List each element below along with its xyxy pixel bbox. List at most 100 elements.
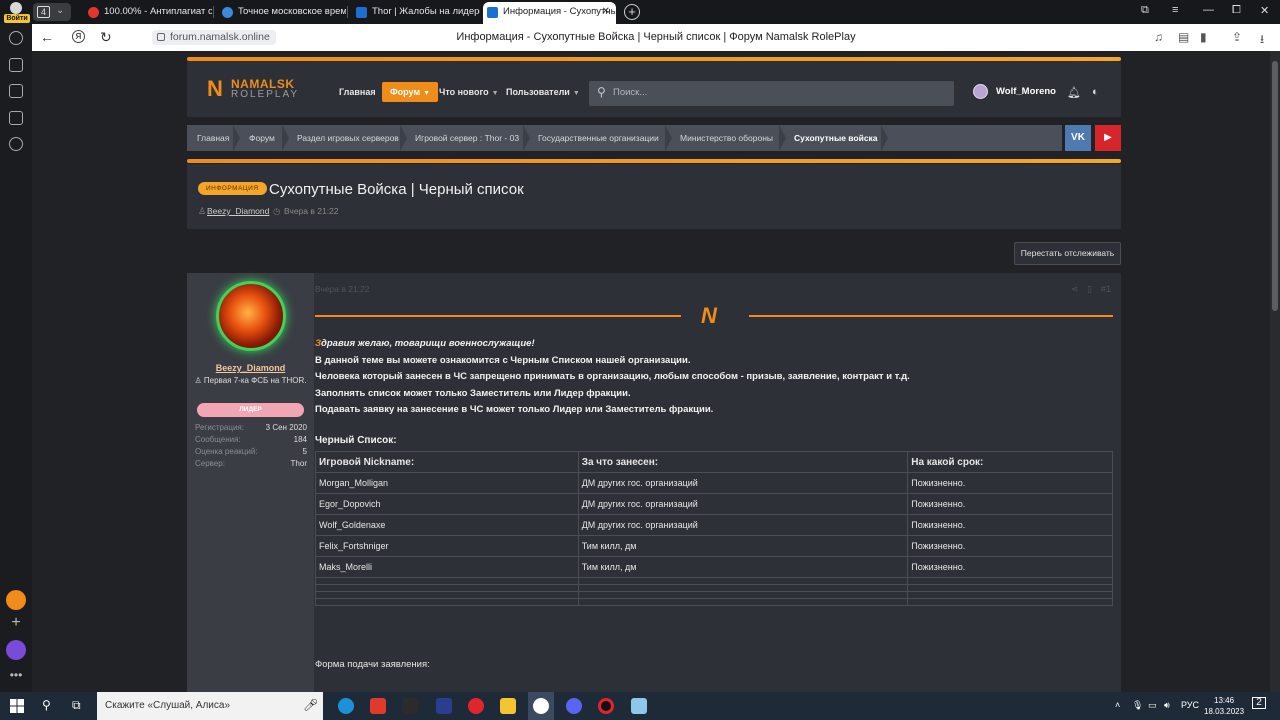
post: Beezy_Diamond ♙ Первая 7-ка ФСБ на THOR.…: [187, 273, 1121, 692]
bell-icon[interactable]: 🔔︎: [1067, 86, 1081, 99]
tab-title: Информация - Сухопутные: [503, 6, 616, 17]
breadcrumb-item[interactable]: Форум: [249, 133, 275, 143]
file-explorer-icon[interactable]: [500, 698, 516, 714]
post-body: Здравия желаю, товарищи военнослужащие! …: [315, 336, 1115, 419]
post-author-name[interactable]: Beezy_Diamond: [187, 363, 314, 373]
table-cell: [907, 598, 1113, 606]
tab-title: 100.00% - Антиплагиат он: [104, 6, 212, 17]
edge-icon[interactable]: [338, 698, 354, 714]
share-icon[interactable]: ⋖: [1071, 284, 1079, 295]
menu-icon[interactable]: ≡: [1172, 4, 1178, 16]
breadcrumb-separator: [665, 125, 672, 151]
theme-toggle-icon[interactable]: ◐: [1092, 86, 1099, 98]
vk-icon: VK: [1071, 132, 1085, 143]
notifications-button[interactable]: 2: [1252, 697, 1266, 709]
browser-tab-3[interactable]: Thor | Жалобы на лидеров: [352, 2, 480, 24]
breadcrumb-current[interactable]: Сухопутные войска: [794, 133, 878, 143]
share-icon[interactable]: ⇪: [1232, 30, 1242, 44]
browser-tab-2[interactable]: Точное московское время: [218, 2, 346, 24]
game-icon[interactable]: [402, 698, 418, 714]
avatar[interactable]: [216, 281, 286, 351]
post-author-title: ♙ Первая 7-ка ФСБ на THOR.: [192, 375, 309, 386]
table-cell: Wolf_Goldenaxe: [315, 514, 579, 536]
search-icon[interactable]: ⚲: [42, 698, 58, 714]
record-icon[interactable]: [598, 698, 614, 714]
chevron-up-icon[interactable]: ˄: [1115, 700, 1120, 710]
table-cell: Пожизненно.: [907, 493, 1113, 515]
thread-author-link[interactable]: Beezy_Diamond: [207, 206, 269, 216]
app-icon[interactable]: [436, 698, 452, 714]
table-cell: [907, 591, 1113, 599]
body-line: Подавать заявку на занесение в ЧС может …: [315, 404, 714, 415]
new-tab-button[interactable]: +: [624, 4, 640, 20]
taskbar-search-input[interactable]: Скажите «Слушай, Алиса» 🎤︎: [97, 692, 323, 720]
notepad-icon[interactable]: [631, 698, 647, 714]
bookmark-icon[interactable]: ▮: [1200, 30, 1207, 44]
reader-icon[interactable]: ▤: [1178, 30, 1189, 44]
windows-start-icon[interactable]: [10, 699, 24, 713]
site-header: N NAMALSK ROLEPLAY Главная Форум ▼ Что но…: [187, 61, 1121, 117]
column-header: На какой срок:: [907, 451, 1113, 473]
site-logo[interactable]: N NAMALSK ROLEPLAY: [207, 76, 307, 106]
notes-icon[interactable]: [9, 58, 23, 72]
search-input[interactable]: ⚲ Поиск...: [589, 81, 954, 106]
nav-forum[interactable]: Форум ▼: [382, 82, 439, 102]
stat-label: Сервер:: [195, 459, 225, 468]
gallery-icon[interactable]: [9, 111, 23, 125]
close-window-icon[interactable]: ✕: [1260, 4, 1269, 17]
breadcrumb-item[interactable]: Игровой сервер : Thor - 03: [415, 133, 519, 143]
yandex-active-icon[interactable]: [533, 698, 549, 714]
microphone-tray-icon[interactable]: 🎙︎: [1132, 700, 1143, 711]
download-icon[interactable]: ⭳: [1260, 30, 1264, 51]
post-date[interactable]: Вчера в 21:22: [315, 284, 370, 294]
scrollbar-thumb[interactable]: [1272, 61, 1278, 311]
thread-date[interactable]: Вчера в 21:22: [284, 206, 339, 216]
play-icon[interactable]: [9, 31, 23, 45]
more-icon[interactable]: •••: [6, 667, 26, 687]
badge-icon[interactable]: [9, 84, 23, 98]
network-icon[interactable]: ▭: [1148, 700, 1157, 711]
breadcrumb-item[interactable]: Министерство обороны: [680, 133, 773, 143]
table-cell: [315, 598, 579, 606]
collections-icon[interactable]: ⧉: [1141, 4, 1149, 17]
add-icon[interactable]: +: [6, 614, 26, 634]
user-icon: ♙: [198, 206, 207, 216]
breadcrumb-item[interactable]: Государственные организации: [538, 133, 659, 143]
yandex-browser-icon[interactable]: [370, 698, 386, 714]
post-number[interactable]: #1: [1101, 284, 1111, 294]
close-tab-icon[interactable]: ✕: [602, 2, 610, 22]
table-cell: [577, 591, 909, 599]
minimize-icon[interactable]: —: [1203, 4, 1214, 16]
discord-icon[interactable]: [566, 698, 582, 714]
page-scrollbar[interactable]: [1270, 51, 1280, 692]
nav-whats-new[interactable]: Что нового ▼: [439, 87, 499, 97]
browser-tab-1[interactable]: 100.00% - Антиплагиат он: [84, 2, 212, 24]
caret-down-icon: ▼: [572, 90, 580, 97]
thread-prefix-badge[interactable]: Информация: [198, 182, 267, 195]
alice-icon[interactable]: [6, 640, 26, 660]
breadcrumb-item[interactable]: Главная: [197, 133, 229, 143]
post-author-column: Beezy_Diamond ♙ Первая 7-ка ФСБ на THOR.…: [187, 273, 314, 692]
browser-tab-4-active[interactable]: Информация - Сухопутные ✕: [483, 2, 616, 24]
language-indicator[interactable]: РУС: [1181, 700, 1199, 710]
nav-users[interactable]: Пользователи ▼: [506, 87, 580, 97]
youtube-button[interactable]: ▶: [1095, 125, 1121, 151]
tab-count-button[interactable]: 4 ⌄: [33, 3, 71, 21]
divider-right: [749, 315, 1113, 317]
profile-login-button[interactable]: Войти: [4, 2, 30, 23]
volume-icon[interactable]: 🔊︎: [1164, 700, 1170, 711]
clock[interactable]: 13:46 18.03.2023: [1204, 695, 1244, 717]
nav-home[interactable]: Главная: [339, 87, 376, 97]
unwatch-button[interactable]: Перестать отслеживать: [1014, 242, 1121, 265]
table-header-row: Игровой Nickname: За что занесен: На как…: [315, 451, 1113, 473]
task-view-icon[interactable]: ⧉: [72, 698, 88, 714]
opera-icon[interactable]: [468, 698, 484, 714]
history-icon[interactable]: [9, 137, 23, 151]
vk-button[interactable]: VK: [1065, 125, 1091, 151]
restore-icon[interactable]: ⧠: [1232, 4, 1241, 17]
zen-icon[interactable]: [6, 590, 26, 610]
bookmark-icon[interactable]: ▯: [1087, 284, 1092, 295]
headphones-icon[interactable]: ♫: [1154, 30, 1163, 44]
breadcrumb-item[interactable]: Раздел игровых серверов: [297, 133, 399, 143]
microphone-icon[interactable]: 🎤︎: [303, 698, 318, 712]
